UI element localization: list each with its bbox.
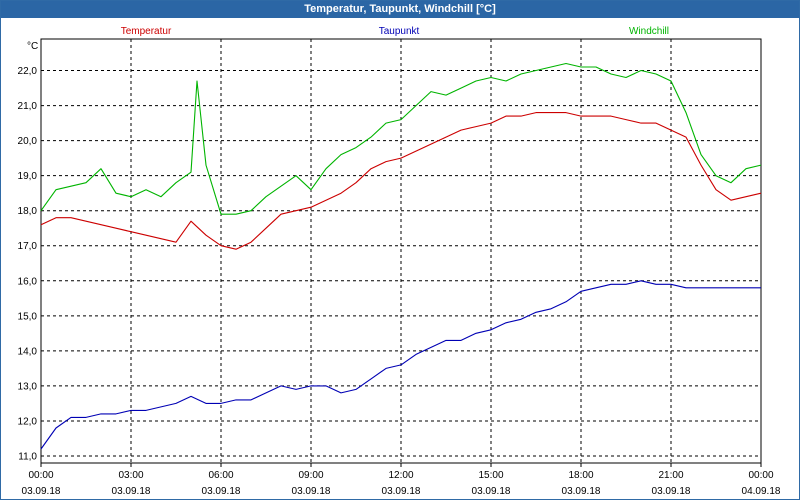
x-tick-date: 03.09.18 [562,486,601,497]
x-tick-time: 06:00 [208,470,233,481]
y-tick-label: 15,0 [18,311,38,322]
x-tick-time: 03:00 [118,470,143,481]
chart-window: Temperatur, Taupunkt, Windchill [°C] 22,… [0,0,800,500]
y-axis-ticks: 22,0 21,0 20,0 19,0 18,0 17,0 16,0 15,0 14,0 13,0… [18,66,38,462]
x-tick-time: 00:00 [28,470,53,481]
x-tick-time: 21:00 [658,470,683,481]
y-tick-label: 14,0 [18,346,38,357]
x-tick-date: 04.09.18 [742,486,781,497]
x-tick-date: 03.09.18 [292,486,331,497]
x-tick-time: 12:00 [388,470,413,481]
legend-item-temperatur: Temperatur [121,26,172,37]
y-tick-label: 19,0 [18,171,38,182]
legend-item-windchill: Windchill [629,26,669,37]
x-tick-date: 03.09.18 [202,486,241,497]
x-tick-time: 15:00 [478,470,503,481]
x-tick-date: 03.09.18 [652,486,691,497]
legend-item-taupunkt: Taupunkt [379,26,420,37]
x-tick-time: 00:00 [748,470,773,481]
x-tick-time: 09:00 [298,470,323,481]
y-axis-unit: °C [27,41,38,52]
y-tick-label: 12,0 [18,416,38,427]
x-axis-ticks: 00:00 03.09.18 03:00 03.09.18 06:00 03.09.18 0… [22,463,781,497]
y-tick-label: 13,0 [18,381,38,392]
y-tick-label: 20,0 [18,136,38,147]
y-tick-label: 16,0 [18,276,38,287]
x-tick-date: 03.09.18 [22,486,61,497]
y-tick-label: 17,0 [18,241,38,252]
y-tick-label: 22,0 [18,66,38,77]
x-tick-time: 18:00 [568,470,593,481]
y-tick-label: 18,0 [18,206,38,217]
x-tick-date: 03.09.18 [472,486,511,497]
y-tick-label: 21,0 [18,101,38,112]
x-tick-date: 03.09.18 [382,486,421,497]
y-tick-label: 11,0 [18,451,37,462]
legend: Temperatur Taupunkt Windchill [121,26,669,37]
line-chart: 22,0 21,0 20,0 19,0 18,0 17,0 16,0 15,0 14,0 13,0… [18,26,781,497]
x-tick-date: 03.09.18 [112,486,151,497]
